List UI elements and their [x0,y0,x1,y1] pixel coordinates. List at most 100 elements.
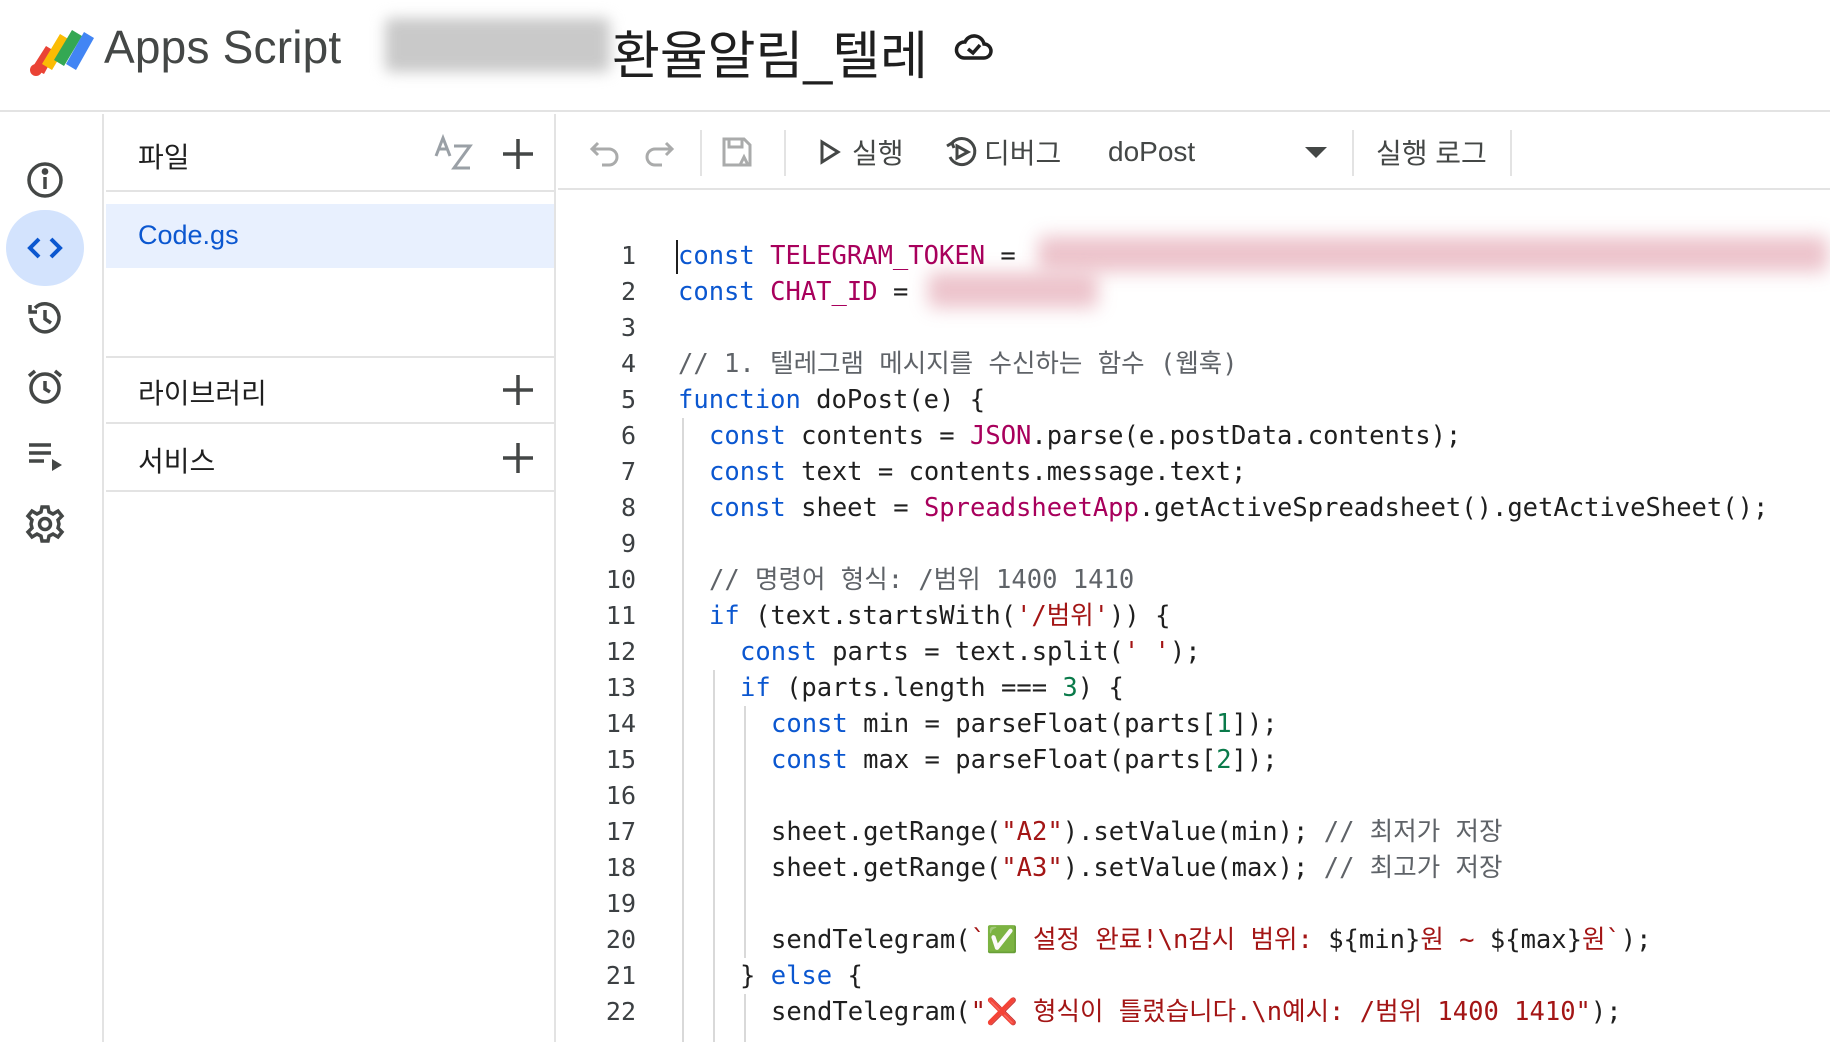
save-to-drive-icon [722,137,752,167]
line-number: 10 [605,565,636,594]
add-library-icon[interactable] [500,372,536,408]
play-icon [820,139,841,165]
deployments-nav[interactable] [6,280,84,356]
executions-icon [29,443,62,471]
triggers-nav[interactable] [6,348,84,424]
debug-label: 디버그 [984,138,1062,169]
line-number: 22 [605,997,636,1026]
code-line: // 1. 텔레그램 메시지를 수신하는 함수 (웹훅) [678,349,1238,379]
toolbar-divider [700,130,702,176]
file-name: Code.gs [138,220,239,250]
settings-nav[interactable] [6,486,84,562]
code-line: // 명령어 형식: /범위 1400 1410 [709,565,1135,595]
app-name: Apps Script [104,21,342,73]
code-line: sendTelegram("❌ 형식이 틀렸습니다.\n예시: /범위 1400… [771,997,1622,1027]
line-number: 1 [620,241,636,270]
toolbar-divider [1510,130,1512,176]
code-line: const sheet = SpreadsheetApp.getActiveSp… [709,493,1769,523]
code-editor[interactable]: 1 2 3 4 5 6 7 8 9 10 11 12 13 14 15 16 1… [558,192,1830,1042]
redo-icon [645,141,675,167]
code-line: if (parts.length === 3) { [740,673,1124,703]
line-number: 5 [620,385,636,414]
code-line: const text = contents.message.text; [709,457,1247,487]
line-number: 19 [605,889,636,918]
gear-icon [25,505,65,543]
line-number: 3 [620,313,636,342]
line-number: 21 [605,961,636,990]
line-number: 4 [620,349,636,378]
files-panel: 파일 Code.gs 라이브러리 서비스 [106,114,556,1042]
execution-log-label: 실행 로그 [1376,138,1487,169]
code-line: const min = parseFloat(parts[1]); [771,709,1278,739]
line-number: 14 [605,709,636,738]
info-icon [27,162,63,198]
code-line: sheet.getRange("A2").setValue(min); // 최… [771,817,1503,847]
indent-guide [713,670,715,1042]
file-item-code-gs[interactable]: Code.gs [106,204,554,268]
line-number: 18 [605,853,636,882]
line-number: 2 [620,277,636,306]
function-select[interactable]: doPost [1108,114,1338,190]
line-number: 11 [605,601,636,630]
libraries-label: 라이브러리 [138,378,267,409]
function-select-value: doPost [1108,136,1196,167]
code-line: const parts = text.split(' '); [740,637,1201,667]
indent-guide [744,994,746,1042]
line-number: 20 [605,925,636,954]
editor-nav[interactable] [6,210,84,286]
code-line: sendTelegram(`✅ 설정 완료!\n감시 범위: ${min}원 ~… [771,925,1652,955]
files-label: 파일 [138,142,190,173]
add-service-icon[interactable] [500,440,536,476]
line-number: 17 [605,817,636,846]
run-button[interactable]: 실행 [812,114,904,190]
line-number: 8 [620,493,636,522]
line-number: 15 [605,745,636,774]
line-number: 12 [605,637,636,666]
line-number: 6 [620,421,636,450]
save-drive-button[interactable] [720,114,754,190]
code-line: function doPost(e) { [678,385,986,415]
alarm-icon [27,369,63,404]
files-section-header: 파일 [106,114,556,192]
line-number: 9 [620,529,636,558]
code-line: sheet.getRange("A3").setValue(max); // 최… [771,853,1503,883]
redacted-token-value [1038,236,1828,272]
toolbar-divider [784,130,786,176]
services-label: 서비스 [138,446,216,477]
project-title[interactable]: 환율알림_텔레 [612,14,928,89]
redo-button[interactable] [642,114,676,190]
line-number: 16 [605,781,636,810]
code-line: const max = parseFloat(parts[2]); [771,745,1278,775]
cloud-saved-icon[interactable] [954,30,994,64]
execution-log-button[interactable]: 실행 로그 [1376,114,1487,190]
undo-button[interactable] [588,114,622,190]
line-number: 7 [620,457,636,486]
redacted-project-prefix [385,18,610,72]
apps-script-logo[interactable] [26,24,96,78]
top-app-bar: Apps Script 환율알림_텔레 [0,0,1830,112]
indent-guide [682,418,684,1042]
overview-nav[interactable] [6,142,84,218]
debug-icon [946,137,977,167]
history-icon [28,302,61,334]
line-number: 13 [605,673,636,702]
navigation-rail [0,114,104,1042]
code-icon [27,237,63,259]
undo-icon [589,141,619,167]
code-line: if (text.startsWith('/범위')) { [709,601,1171,631]
redacted-chat-id-value [928,272,1098,308]
code-line: } else { [740,961,863,991]
editor-toolbar: 실행 디버그 doPost 실행 로그 [558,114,1830,190]
dropdown-arrow-icon [1305,147,1327,158]
indent-guide [744,706,746,958]
code-line: const contents = JSON.parse(e.postData.c… [709,421,1462,451]
debug-button[interactable]: 디버그 [944,114,1061,190]
executions-nav[interactable] [6,418,84,494]
run-label: 실행 [852,138,904,169]
services-section: 서비스 [106,426,556,492]
code-line: const TELEGRAM_TOKEN = [678,241,1032,271]
add-file-icon[interactable] [500,136,536,172]
code-line: const CHAT_ID = [678,277,924,307]
toolbar-divider [1352,130,1354,176]
sort-az-icon[interactable] [432,132,476,176]
